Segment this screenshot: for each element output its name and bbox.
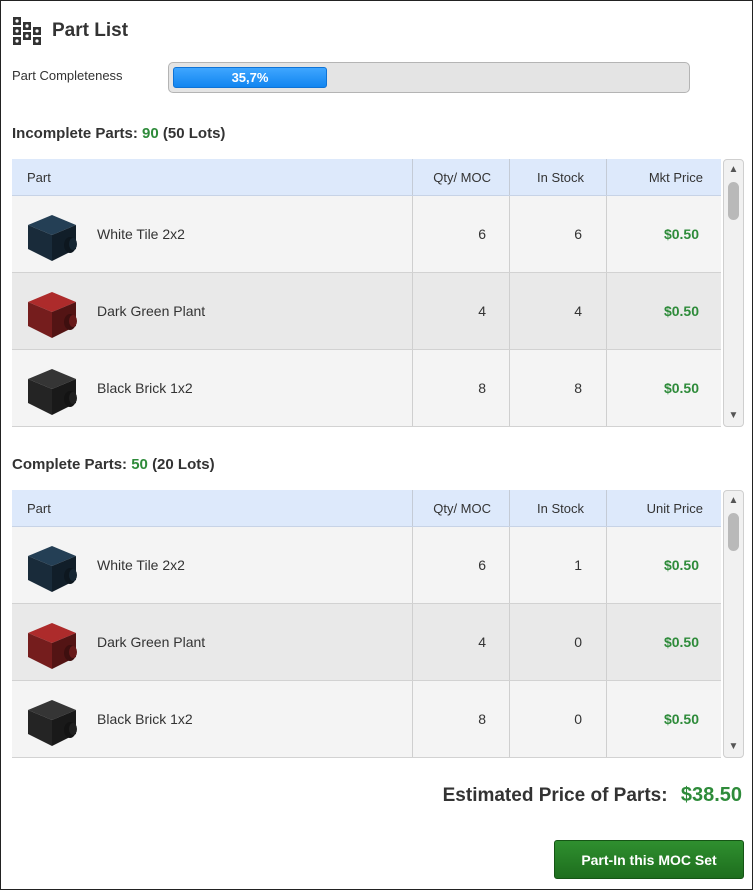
market-price: $0.50 (663, 380, 699, 396)
part-name: Dark Green Plant (97, 634, 206, 650)
part-name: Dark Green Plant (97, 303, 206, 319)
table-header: Part Qty/ MOC In Stock Mkt Price (12, 159, 721, 196)
part-image (28, 292, 77, 338)
market-price: $0.50 (663, 226, 699, 242)
col-qty[interactable]: Qty/ MOC (412, 490, 491, 527)
page-title: Part List (52, 20, 129, 41)
unit-price: $0.50 (663, 557, 699, 573)
table-header: Part Qty/ MOC In Stock Unit Price (12, 490, 721, 527)
col-in-stock[interactable]: In Stock (509, 490, 584, 527)
scroll-down-icon[interactable]: ▼ (724, 408, 743, 424)
col-part[interactable]: Part (27, 159, 51, 196)
table-row[interactable]: Dark Green Plant 4 4 $0.50 (12, 273, 721, 350)
scroll-up-icon[interactable]: ▲ (724, 162, 743, 178)
progress-fill: 35,7% (173, 67, 327, 88)
incomplete-scrollbar[interactable]: ▲ ▼ (723, 159, 744, 427)
part-name: Black Brick 1x2 (97, 380, 193, 396)
complete-count: 50 (131, 456, 148, 473)
qty-per-moc: 8 (478, 380, 486, 396)
bricks-icon (13, 17, 41, 45)
in-stock: 6 (574, 226, 582, 242)
col-in-stock[interactable]: In Stock (509, 159, 584, 196)
complete-parts-heading: Complete Parts: 50 (20 Lots) (12, 456, 215, 473)
completeness-progress-bar: 35,7% (168, 62, 690, 93)
part-image (28, 369, 77, 415)
complete-parts-table: Part Qty/ MOC In Stock Unit Price White … (12, 490, 745, 758)
table-row[interactable]: Black Brick 1x2 8 0 $0.50 (12, 681, 721, 758)
in-stock: 0 (574, 711, 582, 727)
table-row[interactable]: Dark Green Plant 4 0 $0.50 (12, 604, 721, 681)
col-qty[interactable]: Qty/ MOC (412, 159, 491, 196)
completeness-label: Part Completeness (12, 68, 123, 83)
table-row[interactable]: White Tile 2x2 6 6 $0.50 (12, 196, 721, 273)
estimated-price: Estimated Price of Parts: $38.50 (443, 784, 742, 807)
scroll-down-icon[interactable]: ▼ (724, 739, 743, 755)
complete-scrollbar[interactable]: ▲ ▼ (723, 490, 744, 758)
part-image (28, 700, 77, 746)
qty-per-moc: 4 (478, 303, 486, 319)
estimated-price-value: $38.50 (680, 784, 742, 806)
incomplete-parts-heading: Incomplete Parts: 90 (50 Lots) (12, 125, 225, 142)
panel-header: Part List (12, 15, 128, 47)
part-in-moc-set-button[interactable]: Part-In this MOC Set (554, 840, 744, 879)
estimated-price-label: Estimated Price of Parts: (442, 785, 668, 806)
part-image (28, 623, 77, 669)
complete-lots: (20 Lots) (152, 456, 215, 473)
unit-price: $0.50 (663, 711, 699, 727)
table-row[interactable]: Black Brick 1x2 8 8 $0.50 (12, 350, 721, 427)
scroll-thumb[interactable] (728, 513, 739, 551)
complete-title: Complete Parts: (12, 456, 128, 473)
col-price[interactable]: Mkt Price (606, 159, 703, 196)
part-name: White Tile 2x2 (97, 226, 185, 242)
in-stock: 4 (574, 303, 582, 319)
qty-per-moc: 8 (478, 711, 486, 727)
table-row[interactable]: White Tile 2x2 6 1 $0.50 (12, 527, 721, 604)
qty-per-moc: 6 (478, 557, 486, 573)
part-list-panel: Part List Part Completeness 35,7% Incomp… (0, 0, 753, 890)
unit-price: $0.50 (663, 634, 699, 650)
part-name: White Tile 2x2 (97, 557, 185, 573)
incomplete-count: 90 (142, 125, 159, 142)
qty-per-moc: 6 (478, 226, 486, 242)
part-name: Black Brick 1x2 (97, 711, 193, 727)
in-stock: 0 (574, 634, 582, 650)
part-image (28, 215, 77, 261)
in-stock: 8 (574, 380, 582, 396)
part-image (28, 546, 77, 592)
col-price[interactable]: Unit Price (606, 490, 703, 527)
incomplete-title: Incomplete Parts: (12, 125, 138, 142)
in-stock: 1 (574, 557, 582, 573)
col-part[interactable]: Part (27, 490, 51, 527)
scroll-up-icon[interactable]: ▲ (724, 493, 743, 509)
progress-value: 35,7% (231, 70, 269, 85)
qty-per-moc: 4 (478, 634, 486, 650)
scroll-thumb[interactable] (728, 182, 739, 220)
incomplete-lots: (50 Lots) (162, 125, 226, 142)
market-price: $0.50 (663, 303, 699, 319)
incomplete-parts-table: Part Qty/ MOC In Stock Mkt Price White T… (12, 159, 745, 427)
